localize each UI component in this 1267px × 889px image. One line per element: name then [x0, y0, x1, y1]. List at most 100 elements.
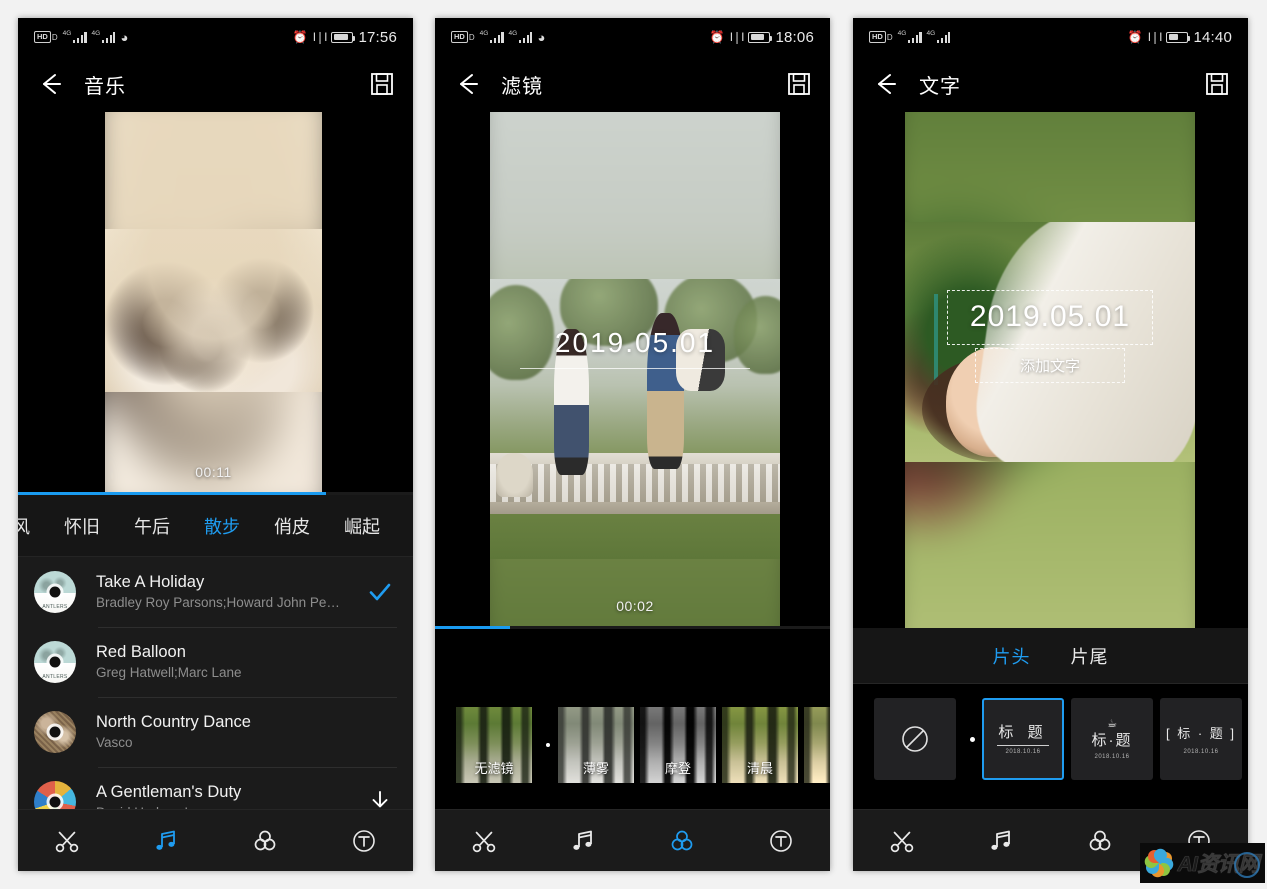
status-bar-right: ⏰ I❘I 14:40 [1128, 29, 1232, 46]
back-arrow-icon[interactable] [453, 69, 483, 99]
hd-voice-icon: HD D [34, 31, 58, 43]
title-template-chooser[interactable]: 标 题 2018.10.16 ☕ 标·题 2018.10.16 [ 标 · 题 … [853, 689, 1248, 809]
vibrate-icon: I❘I [312, 30, 328, 44]
nav-filter-button[interactable] [1051, 810, 1150, 871]
table-row[interactable]: ANTLERS Red Balloon Greg Hatwell;Marc La… [18, 627, 413, 697]
signal-bars-icon-1: 4G [898, 30, 922, 43]
table-row[interactable]: North Country Dance Vasco [18, 697, 413, 767]
date-overlay-rule [520, 368, 750, 369]
tab-opening-title[interactable]: 片头 [993, 643, 1031, 669]
add-text-placeholder[interactable]: 添加文字 [975, 348, 1125, 383]
no-title-icon [902, 726, 928, 752]
timeline-scrubber[interactable] [435, 626, 830, 629]
wifi-icon: ◕ [537, 29, 546, 45]
status-bar-left: HD D 4G 4G ◕ [451, 29, 546, 45]
battery-icon [331, 31, 356, 43]
phone-screen-music: HD D 4G 4G ◕ ⏰ I❘I 17:56 音乐 00:11 怀旧 午后 … [18, 18, 413, 871]
nav-trim-button[interactable] [435, 810, 534, 871]
hd-voice-icon: HD D [869, 31, 893, 43]
track-title: A Gentleman's Duty [96, 783, 242, 801]
album-art: ANTLERS [34, 641, 76, 683]
nav-filter-button[interactable] [633, 810, 732, 871]
template-rule [997, 745, 1049, 746]
signal-bars-icon-2: 4G [92, 30, 116, 43]
page-title: 音乐 [84, 75, 126, 98]
filter-thumb-mist[interactable]: 薄雾 [558, 707, 634, 783]
category-tab-4[interactable]: 俏皮 [257, 513, 327, 539]
category-tab-1[interactable]: 怀旧 [47, 513, 117, 539]
track-title: Take A Holiday [96, 573, 205, 591]
nav-music-button[interactable] [117, 810, 216, 871]
nav-trim-button[interactable] [853, 810, 952, 871]
video-preview-stage[interactable]: 00:11 [18, 112, 413, 492]
scissors-icon [56, 831, 79, 852]
filter-thumb-none[interactable]: 无滤镜 [456, 707, 532, 783]
filter-thumb-dawn[interactable]: 清晨 [722, 707, 798, 783]
filter-thumb-next[interactable] [804, 707, 830, 783]
status-bar-clock: 14:40 [1193, 28, 1232, 46]
track-meta: North Country Dance Vasco [96, 712, 363, 752]
page-title: 文字 [919, 75, 961, 98]
back-arrow-icon[interactable] [871, 69, 901, 99]
timeline-progress [18, 492, 327, 495]
category-tab-5[interactable]: 崛起 [327, 513, 397, 539]
video-preview-stage[interactable]: 2019.05.01 00:02 [435, 112, 830, 626]
nav-music-button[interactable] [952, 810, 1051, 871]
timeline-scrubber[interactable] [18, 492, 413, 495]
title-template-bracket[interactable]: [ 标 · 题 ] 2018.10.16 [1160, 698, 1242, 780]
status-bar-right: ⏰ I❘I 17:56 [293, 29, 397, 46]
screenshot-canvas: HD D 4G 4G ◕ ⏰ I❘I 17:56 音乐 00:11 怀旧 午后 … [0, 0, 1267, 889]
title-template-underline[interactable]: 标 题 2018.10.16 [982, 698, 1064, 780]
save-icon[interactable] [1204, 71, 1230, 97]
title-template-none[interactable] [874, 698, 956, 780]
nav-trim-button[interactable] [18, 810, 117, 871]
track-title: Red Balloon [96, 643, 186, 661]
scissors-icon [891, 831, 914, 852]
nav-text-button[interactable] [314, 810, 413, 871]
back-arrow-icon[interactable] [36, 69, 66, 99]
category-tab-2[interactable]: 午后 [117, 513, 187, 539]
track-selected-check-icon[interactable] [363, 579, 397, 605]
save-icon[interactable] [369, 71, 395, 97]
save-icon[interactable] [786, 71, 812, 97]
alarm-icon: ⏰ [709, 30, 725, 44]
music-category-tabs[interactable]: 风 怀旧 午后 散步 俏皮 崛起 [18, 495, 413, 557]
date-overlay[interactable]: 2019.05.01 [490, 327, 780, 369]
nav-text-button[interactable] [731, 810, 830, 871]
bottom-nav-bar[interactable] [435, 809, 830, 871]
title-template-strip[interactable]: 标 题 2018.10.16 ☕ 标·题 2018.10.16 [ 标 · 题 … [853, 698, 1248, 780]
video-preview-stage[interactable]: 2019.05.01 添加文字 [853, 112, 1248, 628]
video-photo-couple [490, 279, 780, 559]
status-bar: HD D 4G 4G ◕ ⏰ I❘I 17:56 [18, 18, 413, 56]
tab-ending-title[interactable]: 片尾 [1071, 643, 1109, 669]
status-bar-right: ⏰ I❘I 18:06 [710, 29, 814, 46]
filter-chooser[interactable]: 无滤镜 薄雾 摩登 清晨 [435, 699, 830, 809]
music-note-icon [573, 830, 593, 850]
video-preview-frame: 2019.05.01 00:02 [490, 112, 780, 626]
nav-filter-button[interactable] [216, 810, 315, 871]
filter-thumb-modern[interactable]: 摩登 [640, 707, 716, 783]
music-note-icon [991, 830, 1011, 850]
text-section-tabs[interactable]: 片头 片尾 [853, 628, 1248, 684]
app-bar: 音乐 [18, 56, 413, 112]
preview-timecode: 00:11 [195, 464, 232, 480]
signal-bars-icon-1: 4G [480, 30, 504, 43]
preview-timecode: 00:02 [616, 598, 654, 614]
status-bar: HD D 4G 4G ◕ ⏰ I❘I 18:06 [435, 18, 830, 56]
signal-bars-icon-1: 4G [63, 30, 87, 43]
filter-circles-icon [671, 830, 693, 850]
filter-strip[interactable]: 无滤镜 薄雾 摩登 清晨 [435, 707, 830, 783]
date-overlay[interactable]: 2019.05.01 [947, 290, 1153, 345]
title-template-cup[interactable]: ☕ 标·题 2018.10.16 [1071, 698, 1153, 780]
category-tab-0[interactable]: 风 [18, 513, 47, 539]
bottom-nav-bar[interactable] [18, 809, 413, 871]
track-artist: Bradley Roy Parsons;Howard John Pe… [96, 595, 340, 610]
status-bar-clock: 17:56 [358, 28, 397, 46]
phone-screen-filter: HD D 4G 4G ◕ ⏰ I❘I 18:06 滤镜 2019.05.01 0… [435, 18, 830, 871]
nav-music-button[interactable] [534, 810, 633, 871]
text-t-icon [769, 829, 792, 852]
table-row[interactable]: ANTLERS Take A Holiday Bradley Roy Parso… [18, 557, 413, 627]
status-bar-left: HD D 4G 4G [869, 30, 951, 43]
category-tab-3[interactable]: 散步 [187, 513, 257, 539]
flower-logo-icon [1141, 846, 1176, 880]
